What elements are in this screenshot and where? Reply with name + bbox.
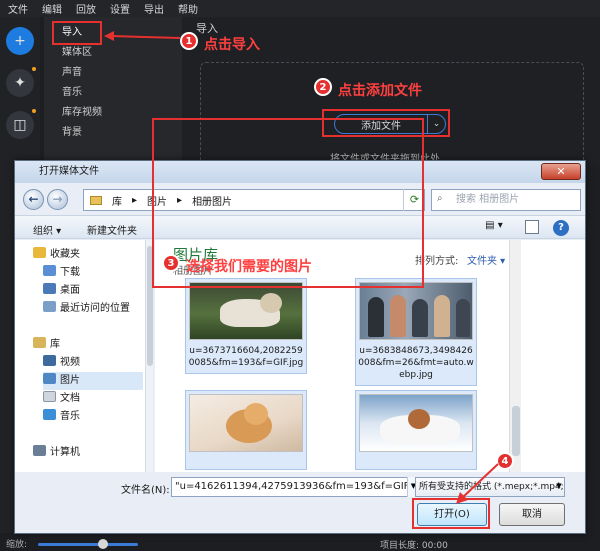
effects-icon[interactable]: ✦ (6, 69, 34, 97)
nav-item-music[interactable]: 音乐 (43, 408, 80, 426)
nav-label: 计算机 (50, 447, 80, 458)
cancel-button[interactable]: 取消 (499, 503, 565, 526)
notification-dot (32, 67, 36, 71)
chevron-down-icon[interactable]: ▼ (553, 477, 565, 497)
step-text-1: 点击导入 (204, 37, 260, 53)
notification-dot (32, 109, 36, 113)
content-scrollbar[interactable] (509, 240, 521, 472)
breadcrumb-separator-icon: ▸ (132, 194, 138, 206)
file-item[interactable] (185, 390, 307, 470)
nav-label: 视频 (60, 357, 80, 368)
step-badge-2: 2 (314, 78, 332, 96)
menu-file[interactable]: 文件 (8, 1, 28, 16)
step-text-3: 选择我们需要的图片 (186, 259, 312, 275)
nav-item-videos[interactable]: 视频 (43, 354, 80, 372)
nav-label: 桌面 (60, 285, 80, 296)
file-caption: u=3673716604,20822590085&fm=193&f=GIF.jp… (188, 346, 304, 368)
filename-input[interactable]: "u=4162611394,4275913936&fm=193&f=GIF.jp… (171, 477, 419, 497)
nav-item-documents[interactable]: 文档 (43, 390, 80, 408)
sleeping-puppy-thumbnail (189, 394, 303, 452)
project-length: 项目长度: 00:00 (380, 541, 448, 551)
step-badge-3: 3 (162, 254, 180, 272)
view-options-icon[interactable]: ▤ ▾ (483, 220, 505, 236)
search-icon: ⌕ (437, 193, 443, 204)
star-icon (33, 247, 46, 258)
search-input[interactable]: 搜索 相册图片 (431, 189, 581, 211)
navigation-pane: 收藏夹 下载 桌面 最近访问的位置 库 视频 图片 文档 音乐 计算机 (15, 240, 153, 472)
zoom-label: 缩放: (6, 540, 28, 550)
menu-export[interactable]: 导出 (144, 1, 164, 16)
zoom-slider-handle[interactable] (98, 539, 108, 549)
music-library-icon (43, 409, 56, 420)
forward-icon[interactable]: → (47, 189, 68, 210)
nav-label: 图片 (60, 375, 80, 386)
preview-pane-icon[interactable] (525, 220, 539, 234)
timeline-bar (0, 533, 600, 551)
highlight-import (52, 21, 102, 45)
filename-label: 文件名(N): (121, 485, 170, 496)
nav-label: 下载 (60, 267, 80, 278)
arrow-to-open (456, 463, 499, 504)
puppy-under-blanket-thumbnail (359, 394, 473, 452)
breadcrumb-library[interactable]: 库 (112, 193, 122, 208)
zoom-slider[interactable] (38, 543, 138, 546)
recent-places-icon (43, 301, 56, 312)
desktop-icon (43, 283, 56, 294)
submenu-sound[interactable]: 声音 (44, 63, 182, 83)
group-photo-thumbnail (359, 282, 473, 340)
nav-item-pictures[interactable]: 图片 (43, 372, 143, 390)
submenu-media[interactable]: 媒体区 (44, 43, 182, 63)
nav-item-library[interactable]: 库 (33, 336, 60, 354)
organize-button[interactable]: 组织 ▾ (33, 222, 61, 237)
menu-playback[interactable]: 回放 (76, 1, 96, 16)
nav-item-downloads[interactable]: 下载 (43, 264, 80, 282)
step-text-2: 点击添加文件 (338, 83, 422, 99)
menu-settings[interactable]: 设置 (110, 1, 130, 16)
pictures-library-icon (43, 373, 56, 384)
dog-on-grass-thumbnail (189, 282, 303, 340)
menu-bar: 文件 编辑 回放 设置 导出 帮助 (0, 0, 600, 17)
step-badge-1: 1 (180, 32, 198, 50)
import-media-icon[interactable]: + (6, 27, 34, 55)
nav-item-computer[interactable]: 计算机 (33, 444, 80, 462)
video-library-icon (43, 355, 56, 366)
file-item[interactable]: u=3683848673,3498426008&fm=26&fmt=auto.w… (355, 278, 477, 386)
nav-item-desktop[interactable]: 桌面 (43, 282, 80, 300)
nav-label: 最近访问的位置 (60, 303, 130, 314)
file-caption: u=3683848673,3498426008&fm=26&fmt=auto.w… (358, 346, 474, 380)
nav-label: 文档 (60, 393, 80, 404)
menu-edit[interactable]: 编辑 (42, 1, 62, 16)
transitions-icon[interactable]: ◫ (6, 111, 34, 139)
nav-label: 音乐 (60, 411, 80, 422)
library-icon (33, 337, 46, 348)
documents-library-icon (43, 391, 56, 402)
new-folder-button[interactable]: 新建文件夹 (87, 222, 137, 237)
submenu-music[interactable]: 音乐 (44, 83, 182, 103)
folder-icon (90, 195, 102, 205)
computer-icon (33, 445, 46, 456)
download-folder-icon (43, 265, 56, 276)
back-icon[interactable]: ← (23, 189, 44, 210)
close-button[interactable]: ✕ (541, 163, 581, 180)
nav-item-favorites[interactable]: 收藏夹 (33, 246, 80, 264)
file-item[interactable]: u=3673716604,20822590085&fm=193&f=GIF.jp… (185, 278, 307, 374)
file-item[interactable] (355, 390, 477, 470)
menu-help[interactable]: 帮助 (178, 1, 198, 16)
sort-dropdown[interactable]: 文件夹 ▾ (467, 252, 505, 267)
nav-label: 收藏夹 (50, 249, 80, 260)
help-icon[interactable]: ? (553, 220, 569, 236)
nav-label: 库 (50, 339, 60, 350)
arrow-to-import (104, 31, 181, 41)
nav-item-recent[interactable]: 最近访问的位置 (43, 300, 130, 318)
content-scrollbar-thumb[interactable] (512, 406, 520, 456)
